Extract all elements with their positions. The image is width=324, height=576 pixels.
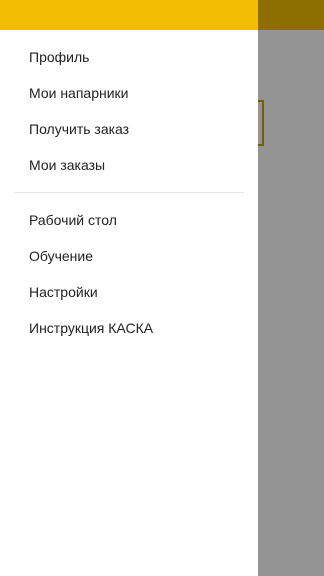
menu-item-get-order[interactable]: Получить заказ [0, 111, 258, 147]
menu-item-desktop[interactable]: Рабочий стол [0, 202, 258, 238]
menu-item-profile[interactable]: Профиль [0, 39, 258, 75]
navigation-drawer: Профиль Мои напарники Получить заказ Мои… [0, 0, 258, 576]
menu-item-training[interactable]: Обучение [0, 238, 258, 274]
menu-item-kaska-instruction[interactable]: Инструкция КАСКА [0, 310, 258, 346]
menu-group-primary: Профиль Мои напарники Получить заказ Мои… [0, 30, 258, 183]
screen: зы Профиль Мои напарники Получить заказ … [0, 0, 324, 576]
drawer-header [0, 0, 258, 30]
menu-item-settings[interactable]: Настройки [0, 274, 258, 310]
menu-divider [14, 192, 244, 193]
menu-item-partners[interactable]: Мои напарники [0, 75, 258, 111]
menu-group-secondary: Рабочий стол Обучение Настройки Инструкц… [0, 202, 258, 346]
menu-item-my-orders[interactable]: Мои заказы [0, 147, 258, 183]
